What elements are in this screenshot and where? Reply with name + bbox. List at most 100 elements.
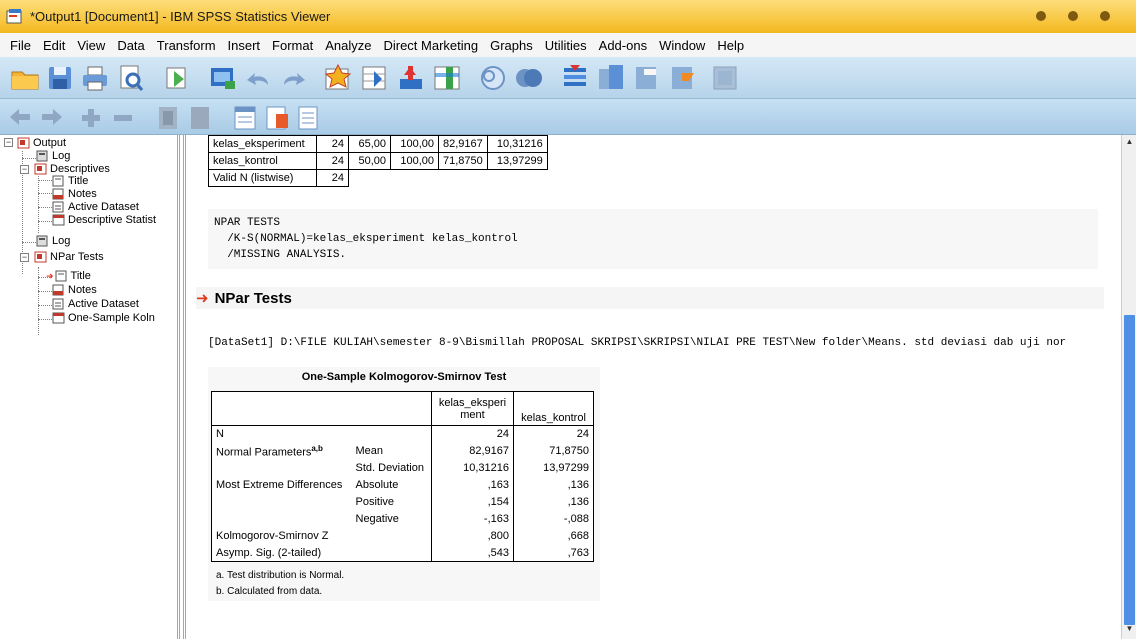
ks-col-header-2: kelas_kontrol bbox=[513, 391, 594, 426]
show-all-variables-icon[interactable] bbox=[514, 63, 544, 93]
spell-check-icon[interactable] bbox=[560, 63, 590, 93]
undo-icon[interactable] bbox=[244, 67, 274, 91]
procedure-book-icon bbox=[34, 251, 47, 263]
table-row: Most Extreme Differences Absolute ,163 ,… bbox=[211, 476, 594, 494]
outline-item-descriptive-statistics[interactable]: Descriptive Statist bbox=[52, 214, 156, 226]
title-bar: *Output1 [Document1] - IBM SPSS Statisti… bbox=[0, 0, 1136, 33]
outline-item-active-dataset-2[interactable]: Active Dataset bbox=[52, 298, 139, 310]
recall-dialog-icon[interactable] bbox=[208, 63, 238, 93]
designate-window-icon[interactable] bbox=[596, 61, 628, 93]
syntax-log-block[interactable]: NPAR TESTS /K-S(NORMAL)=kelas_eksperimen… bbox=[208, 209, 1098, 269]
menu-utilities[interactable]: Utilities bbox=[539, 38, 593, 53]
dataset-path-text: [DataSet1] D:\FILE KULIAH\semester 8-9\B… bbox=[208, 337, 1067, 349]
outline-pane: − Output Log − Descriptives Title Notes … bbox=[0, 135, 180, 639]
back-icon[interactable] bbox=[8, 107, 32, 127]
use-sets-icon[interactable] bbox=[478, 63, 508, 93]
outline-item-active-dataset[interactable]: Active Dataset bbox=[52, 201, 139, 213]
table-row: kelas_eksperiment 24 65,00 100,00 82,916… bbox=[208, 135, 548, 153]
current-item-arrow-icon: ➜ bbox=[196, 290, 209, 307]
descriptive-statistics-table[interactable]: kelas_eksperiment 24 65,00 100,00 82,916… bbox=[208, 135, 548, 187]
show-icon[interactable] bbox=[156, 104, 180, 132]
maximize-button[interactable] bbox=[1068, 11, 1078, 21]
hide-icon[interactable] bbox=[188, 104, 212, 132]
menu-transform[interactable]: Transform bbox=[151, 38, 222, 53]
table-icon bbox=[52, 214, 65, 226]
dataset-icon bbox=[52, 201, 64, 213]
goto-variable-icon[interactable] bbox=[360, 63, 390, 93]
outline-expander-descriptives[interactable]: − bbox=[20, 165, 29, 174]
open-folder-icon[interactable] bbox=[10, 63, 40, 93]
menu-help[interactable]: Help bbox=[711, 38, 750, 53]
menu-window[interactable]: Window bbox=[653, 38, 711, 53]
collapse-icon[interactable] bbox=[112, 107, 134, 129]
save-icon[interactable] bbox=[46, 63, 74, 93]
outline-item-notes[interactable]: Notes bbox=[52, 188, 97, 200]
outline-expander-npar-tests[interactable]: − bbox=[20, 253, 29, 262]
dataset-icon bbox=[52, 298, 64, 310]
outline-item-title-2[interactable]: ➜ Title bbox=[46, 270, 91, 282]
variables-icon[interactable] bbox=[396, 63, 426, 93]
table-row: kelas_kontrol 24 50,00 100,00 71,8750 13… bbox=[208, 152, 548, 170]
redo-icon[interactable] bbox=[278, 67, 308, 91]
print-preview-icon[interactable] bbox=[116, 63, 146, 93]
table-row: Normal Parametersa,b Mean 82,9167 71,875… bbox=[211, 442, 594, 460]
select-cases-icon[interactable] bbox=[432, 63, 462, 93]
menu-graphs[interactable]: Graphs bbox=[484, 38, 539, 53]
insert-heading-icon[interactable] bbox=[632, 63, 662, 93]
menu-insert[interactable]: Insert bbox=[222, 38, 267, 53]
title-icon bbox=[52, 175, 64, 187]
menu-analyze[interactable]: Analyze bbox=[319, 38, 377, 53]
menu-view[interactable]: View bbox=[71, 38, 111, 53]
goto-data-icon[interactable] bbox=[322, 63, 354, 93]
outline-item-output[interactable]: Output bbox=[17, 137, 66, 149]
outline-item-title[interactable]: Title bbox=[52, 175, 88, 187]
insert-text-icon[interactable] bbox=[296, 104, 322, 132]
insert-heading-icon[interactable] bbox=[232, 104, 258, 132]
ks-col-header-1: kelas_eksperi bbox=[438, 396, 507, 409]
export-icon[interactable] bbox=[162, 63, 192, 93]
outline-item-descriptives[interactable]: Descriptives bbox=[34, 163, 110, 175]
menu-direct-marketing[interactable]: Direct Marketing bbox=[377, 38, 484, 53]
ks-footnote-a: a. Test distribution is Normal. bbox=[216, 570, 345, 581]
outline-expander-output[interactable]: − bbox=[4, 138, 13, 147]
table-row: Std. Deviation 10,31216 13,97299 bbox=[211, 459, 594, 477]
table-row: Positive ,154 ,136 bbox=[211, 493, 594, 511]
menu-file[interactable]: File bbox=[4, 38, 37, 53]
outline-item-npar-tests[interactable]: NPar Tests bbox=[34, 251, 104, 263]
insert-output-icon[interactable] bbox=[710, 63, 740, 93]
output-content-pane: kelas_eksperiment 24 65,00 100,00 82,916… bbox=[183, 135, 1121, 639]
npar-tests-heading[interactable]: ➜ NPar Tests bbox=[196, 287, 1104, 309]
menu-edit[interactable]: Edit bbox=[37, 38, 71, 53]
insert-title-icon[interactable] bbox=[264, 104, 290, 132]
scrollbar-thumb[interactable] bbox=[1124, 315, 1135, 625]
print-icon[interactable] bbox=[80, 63, 110, 93]
content-vertical-scrollbar[interactable]: ▲ ▼ bbox=[1121, 135, 1136, 639]
menu-add-ons[interactable]: Add-ons bbox=[593, 38, 653, 53]
ks-table-title: One-Sample Kolmogorov-Smirnov Test bbox=[301, 371, 507, 383]
table-row: N 24 24 bbox=[211, 425, 594, 443]
menu-data[interactable]: Data bbox=[111, 38, 150, 53]
table-row: kelas_eksperi ment kelas_kontrol bbox=[211, 391, 594, 426]
scroll-up-arrow-icon[interactable]: ▲ bbox=[1123, 137, 1136, 150]
window-title: *Output1 [Document1] - IBM SPSS Statisti… bbox=[30, 9, 331, 24]
menu-bar: File Edit View Data Transform Insert For… bbox=[0, 33, 1136, 57]
outline-item-log-2[interactable]: Log bbox=[36, 235, 70, 247]
table-row: Kolmogorov-Smirnov Z ,800 ,668 bbox=[211, 527, 594, 545]
menu-format[interactable]: Format bbox=[266, 38, 319, 53]
close-button[interactable] bbox=[1100, 11, 1110, 21]
outline-toolbar bbox=[0, 99, 1136, 135]
outline-item-one-sample-ks[interactable]: One-Sample Koln bbox=[52, 312, 155, 324]
minimize-button[interactable] bbox=[1036, 11, 1046, 21]
current-item-arrow-icon: ➜ bbox=[46, 270, 54, 281]
scroll-down-arrow-icon[interactable]: ▼ bbox=[1123, 624, 1136, 637]
output-book-icon bbox=[17, 137, 30, 149]
forward-icon[interactable] bbox=[40, 107, 64, 127]
notes-icon bbox=[52, 188, 64, 200]
outline-item-log[interactable]: Log bbox=[36, 150, 70, 162]
outline-item-notes-2[interactable]: Notes bbox=[52, 284, 97, 296]
table-row: Negative -,163 -,088 bbox=[211, 510, 594, 528]
insert-title-icon[interactable] bbox=[668, 63, 698, 93]
spss-viewer-icon bbox=[6, 8, 22, 23]
expand-icon[interactable] bbox=[80, 107, 102, 129]
one-sample-ks-table[interactable]: kelas_eksperi ment kelas_kontrol N 24 24… bbox=[211, 391, 594, 562]
